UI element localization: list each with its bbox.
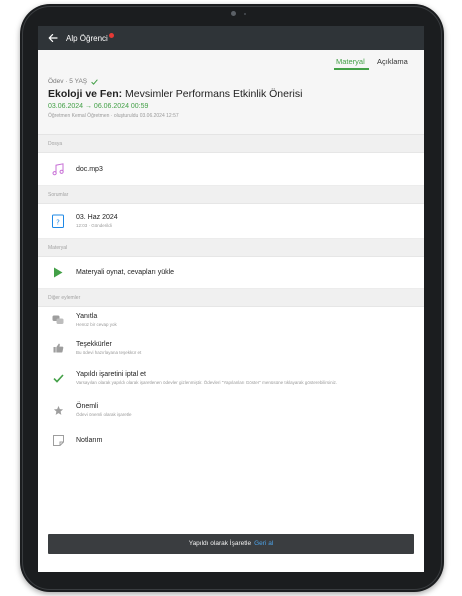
section-header-other-actions: Diğer eylemler — [38, 289, 424, 307]
back-arrow-icon[interactable] — [46, 31, 60, 45]
thanks-label: Teşekkürler — [76, 341, 112, 348]
camera-sensor — [244, 13, 246, 15]
notes-text: Notlarım — [76, 437, 102, 444]
snackbar-message: Yapıldı olarak İşaretle — [188, 540, 252, 547]
check-icon — [50, 370, 66, 386]
play-material-item[interactable]: Materyali oynat, cevapları yükle — [38, 257, 424, 289]
thanks-action[interactable]: Teşekkürler Bu ödevi hazırlayana teşekkü… — [38, 337, 424, 359]
undo-done-action[interactable]: Yapıldı işaretini iptal et Varsayılan ol… — [38, 363, 424, 393]
tab-bar: Materyal Açıklama — [38, 50, 424, 72]
due-date-sub: 12:03 · Gönderildi — [76, 223, 112, 228]
reply-action[interactable]: Yanıtla Henüz bir cevap yok — [38, 309, 424, 331]
reply-text: Yanıtla Henüz bir cevap yok — [76, 313, 117, 327]
assignment-meta: Ödev · 5 YAŞ — [48, 78, 414, 85]
thanks-text: Teşekkürler Bu ödevi hazırlayana teşekkü… — [76, 341, 141, 355]
undo-done-label: Yapıldı işaretini iptal et — [76, 371, 146, 378]
section-header-files: Dosya — [38, 135, 424, 153]
active-tab-indicator — [334, 68, 369, 70]
file-text: doc.mp3 — [76, 166, 103, 173]
important-action[interactable]: Önemli Ödevi önemli olarak işaretle — [38, 399, 424, 421]
play-material-label: Materyali oynat, cevapları yükle — [76, 269, 175, 276]
due-date-item[interactable]: ? 03. Haz 2024 12:03 · Gönderildi — [38, 204, 424, 239]
tab-material[interactable]: Materyal — [336, 57, 365, 66]
undo-done-text: Yapıldı işaretini iptal et Varsayılan ol… — [76, 371, 347, 385]
important-label: Önemli — [76, 403, 99, 410]
reply-sub: Henüz bir cevap yok — [76, 322, 117, 327]
important-sub: Ödevi önemli olarak işaretle — [76, 412, 132, 417]
note-icon — [50, 432, 66, 448]
reply-label: Yanıtla — [76, 313, 98, 320]
assignment-title: Ekoloji ve Fen: Mevsimler Performans Etk… — [48, 88, 414, 100]
assignment-dates: 03.06.2024 → 06.06.2024 00:59 — [48, 103, 149, 110]
notes-action[interactable]: Notlarım — [38, 429, 424, 451]
calendar-icon: ? — [50, 213, 66, 229]
tab-description[interactable]: Açıklama — [377, 57, 408, 66]
important-text: Önemli Ödevi önemli olarak işaretle — [76, 403, 132, 417]
music-note-icon — [50, 161, 66, 177]
app-bar: Alp Öğrenci — [38, 26, 424, 50]
teacher-info: Öğretmen Kemal Öğretmen · oluşturuldu 03… — [48, 113, 179, 119]
done-check-icon — [91, 78, 98, 85]
assignment-type-class: Ödev · 5 YAŞ — [48, 78, 88, 85]
file-item[interactable]: doc.mp3 — [38, 153, 424, 186]
section-header-dates: Sorumlar — [38, 186, 424, 204]
snackbar-undo-button[interactable]: Geri al — [254, 540, 273, 547]
play-icon — [50, 265, 66, 281]
snackbar: Yapıldı olarak İşaretle Geri al — [48, 534, 414, 554]
assignment-header: Ödev · 5 YAŞ Ekoloji ve Fen: Mevsimler P… — [38, 72, 424, 135]
notification-dot — [108, 32, 114, 38]
assignment-subject: Ekoloji ve Fen: — [48, 88, 123, 100]
chat-bubbles-icon — [50, 312, 66, 328]
star-icon — [50, 402, 66, 418]
student-name-title: Alp Öğrenci — [66, 33, 108, 43]
due-date-text: 03. Haz 2024 12:03 · Gönderildi — [76, 214, 118, 228]
thanks-sub: Bu ödevi hazırlayana teşekkür et — [76, 350, 142, 355]
notes-label: Notlarım — [76, 436, 103, 444]
due-date: 03. Haz 2024 — [76, 214, 118, 221]
svg-text:?: ? — [56, 219, 60, 227]
assignment-topic: Mevsimler Performans Etkinlik Önerisi — [122, 88, 303, 100]
material-text: Materyali oynat, cevapları yükle — [76, 269, 174, 276]
section-header-material: Materyal — [38, 239, 424, 257]
front-camera — [231, 11, 236, 16]
file-name: doc.mp3 — [76, 165, 103, 173]
undo-done-sub: Varsayılan olarak yapıldı olarak işaretl… — [76, 380, 338, 385]
thumbs-up-icon — [50, 340, 66, 356]
app-screen: Alp Öğrenci Materyal Açıklama Ödev · 5 Y… — [38, 26, 424, 572]
